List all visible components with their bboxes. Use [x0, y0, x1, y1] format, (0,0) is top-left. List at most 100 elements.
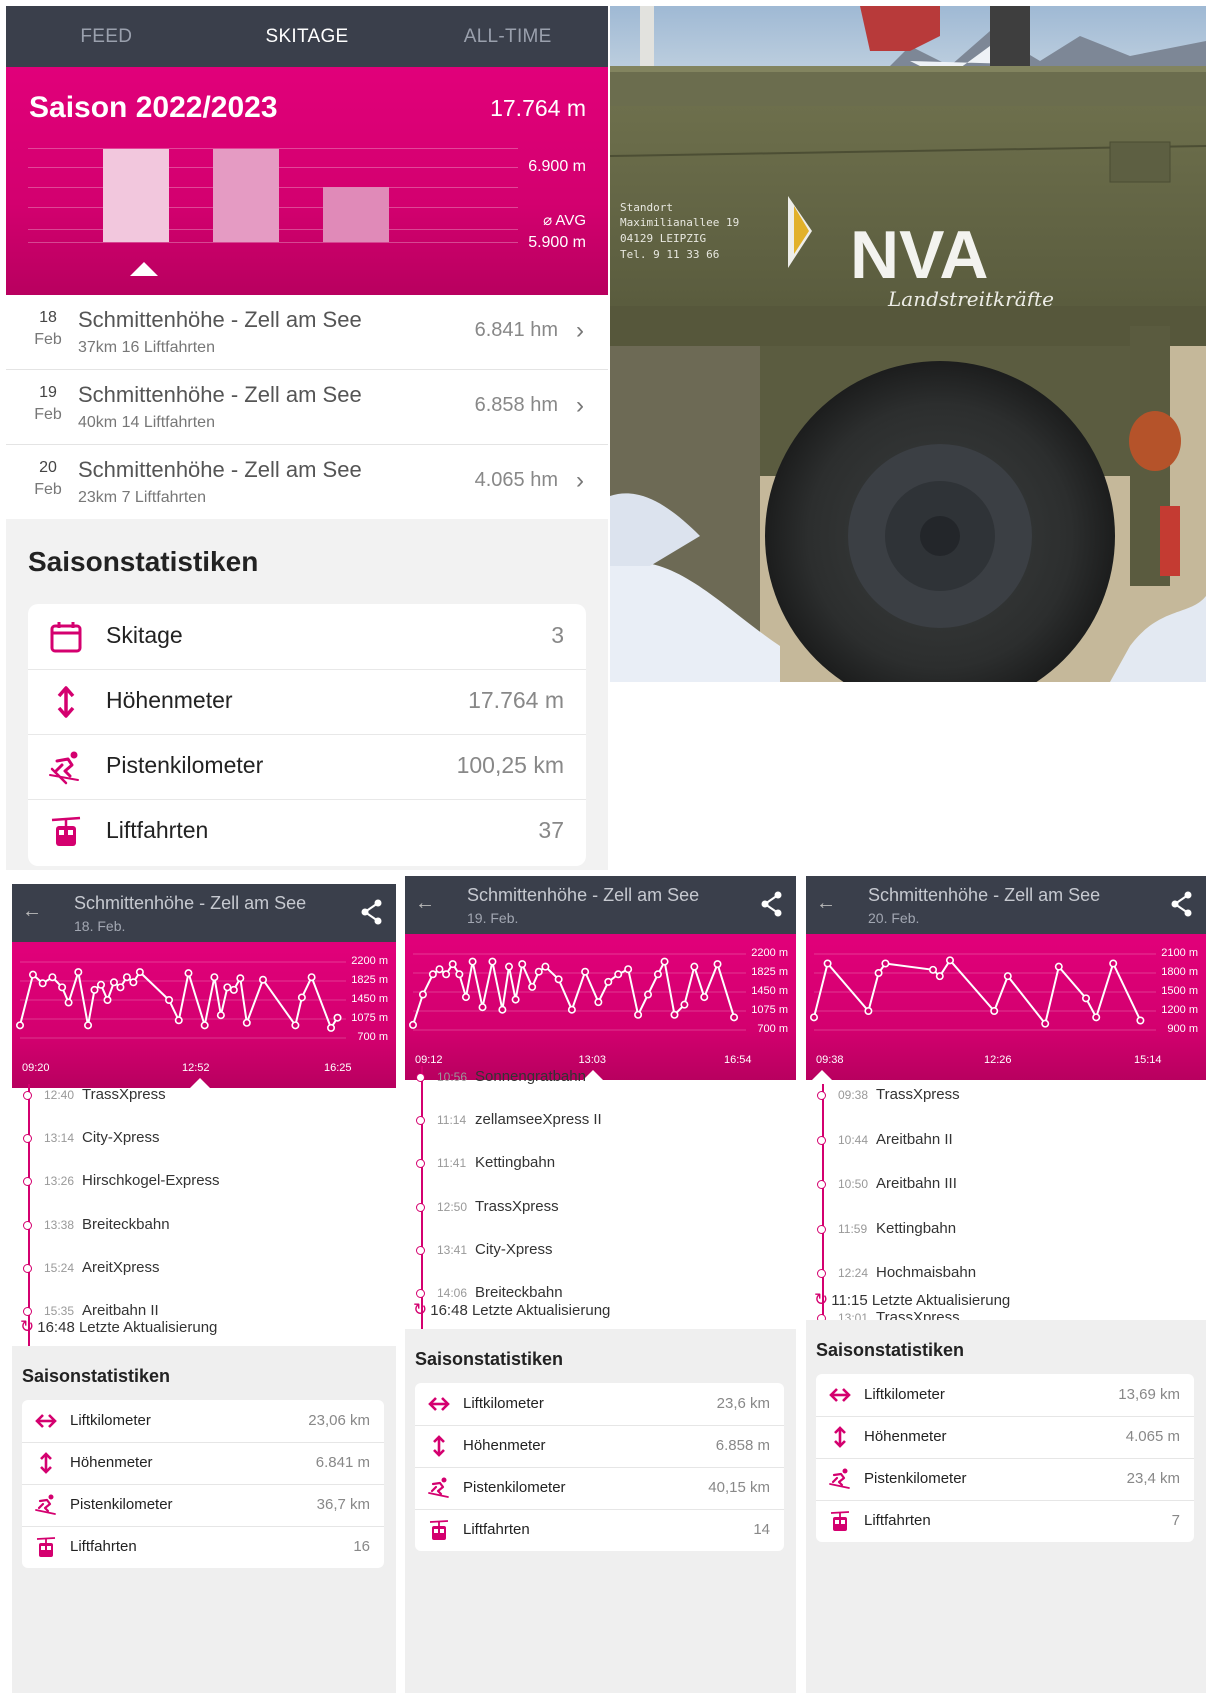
lift-name: Areitbahn II [876, 1130, 953, 1148]
share-icon[interactable] [1170, 890, 1194, 918]
horizontal-arrow-icon [35, 1414, 57, 1428]
altitude-point [1092, 1013, 1101, 1022]
calendar-icon [50, 622, 82, 653]
y-tick-label: 1450 m [751, 985, 788, 997]
timeline-dot-icon [23, 1134, 32, 1144]
share-icon[interactable] [760, 890, 784, 918]
day-detail-panel: ← Schmittenhöhe - Zell am See 20. Feb. 2… [806, 876, 1206, 1693]
back-arrow-icon[interactable]: ← [415, 892, 435, 915]
lift-ride-item[interactable]: 11:59 Kettingbahn [806, 1218, 1206, 1248]
altitude-point [604, 977, 613, 986]
lift-name: Kettingbahn [475, 1154, 556, 1172]
day-number: 19 [39, 384, 57, 401]
y-tick-label: 1200 m [1161, 1004, 1198, 1016]
altitude-point [38, 979, 47, 988]
altitude-point [184, 969, 193, 978]
lift-time: 14:06 [437, 1286, 468, 1300]
stat-label: Pistenkilometer [106, 752, 264, 778]
updown-arrow-icon [433, 1435, 445, 1457]
y-tick-label: 1825 m [751, 966, 788, 978]
lift-time: 10:44 [838, 1132, 869, 1147]
altitude-point [28, 970, 37, 979]
chevron-right-icon: › [576, 392, 584, 419]
altitude-point [929, 965, 938, 974]
share-icon[interactable] [360, 898, 384, 926]
day-row[interactable]: 20 Feb Schmittenhöhe - Zell am See 23km … [6, 445, 608, 519]
x-tick-label: 09:38 [816, 1054, 844, 1066]
timeline-dot-icon [817, 1269, 826, 1278]
refresh-icon[interactable]: ↻ [413, 1300, 427, 1319]
day-stat-value: 23,6 km [716, 1395, 770, 1412]
lift-name: AreitXpress [82, 1258, 160, 1276]
lift-ride-item[interactable]: 10:56 Sonnengratbahn [405, 1066, 796, 1096]
altitude-point [935, 972, 944, 981]
day-stat-value: 4.065 m [1125, 1428, 1180, 1445]
lift-ride-item[interactable]: 09:38 TrassXpress [806, 1084, 1206, 1114]
back-arrow-icon[interactable]: ← [22, 900, 42, 923]
day-month: Feb [34, 481, 62, 498]
day-date: 20. Feb. [868, 910, 920, 926]
refresh-icon[interactable]: ↻ [20, 1317, 34, 1336]
lift-ride-item[interactable]: 11:14 zellamseeXpress II [405, 1109, 796, 1139]
lift-name: City-Xpress [82, 1129, 160, 1147]
day-stat-label: Höhenmeter [864, 1428, 947, 1445]
lift-ride-item[interactable]: 13:38 Breiteckbahn [12, 1214, 396, 1244]
lift-time: 13:41 [437, 1242, 468, 1257]
altitude-point [534, 967, 543, 976]
altitude-point [165, 995, 174, 1004]
horizontal-arrow-icon [829, 1388, 851, 1402]
day-stat-row: Höhenmeter 4.065 m [816, 1416, 1194, 1459]
altitude-point [644, 990, 653, 999]
y-tick-label: 2200 m [351, 955, 388, 967]
lift-time: 15:24 [44, 1260, 75, 1275]
last-update-text: 11:15 Letzte Aktualisierung [831, 1292, 1011, 1309]
altitude-point [223, 983, 232, 992]
altitude-point [291, 1021, 300, 1030]
lift-ride-item[interactable]: 10:50 Areitbahn III [806, 1173, 1206, 1203]
season-title: Saison 2022/2023 [29, 91, 278, 124]
day-stat-row: Höhenmeter 6.858 m [415, 1425, 784, 1468]
trailer-photo: Standort Maximilianallee 19 04129 LEIPZI… [610, 6, 1206, 682]
stat-row-pistenkilometer: Pistenkilometer 100,25 km [28, 734, 586, 800]
lift-name: Breiteckbahn [475, 1284, 563, 1301]
tab-feed[interactable]: FEED [6, 6, 207, 67]
lift-ride-item[interactable]: 11:41 Kettingbahn [405, 1152, 796, 1182]
season-bar[interactable] [103, 148, 169, 242]
x-tick-label: 13:03 [578, 1054, 607, 1066]
y-tick-label: 2200 m [751, 947, 788, 959]
altitude-point [259, 975, 268, 984]
altitude-point [409, 1020, 418, 1029]
altitude-chart: 2200 m 1825 m 1450 m 1075 m 700 m 09:12 13:03 1… [405, 934, 796, 1080]
day-row[interactable]: 18 Feb Schmittenhöhe - Zell am See 37km … [6, 295, 608, 370]
altitude-point [478, 1003, 487, 1012]
lift-name: Hirschkogel-Express [82, 1172, 220, 1190]
x-tick-label: 09:12 [415, 1054, 443, 1066]
lift-ride-item[interactable]: 12:50 TrassXpress [405, 1196, 796, 1226]
altitude-point [442, 970, 451, 979]
day-row[interactable]: 19 Feb Schmittenhöhe - Zell am See 40km … [6, 370, 608, 445]
lift-ride-item[interactable]: 13:26 Hirschkogel-Express [12, 1170, 396, 1200]
stencil-line: Maximilianallee 19 [620, 216, 739, 229]
day-stats-section: Saisonstatistiken Liftkilometer 23,06 km H… [12, 1346, 396, 1693]
tab-skitage[interactable]: SKITAGE [207, 6, 408, 67]
tab-all-time[interactable]: ALL-TIME [407, 6, 608, 67]
lift-ride-item[interactable]: 13:41 City-Xpress [405, 1239, 796, 1269]
lift-ride-item[interactable]: 13:14 City-Xpress [12, 1127, 396, 1157]
day-stats-section: Saisonstatistiken Liftkilometer 23,6 km Hö… [405, 1329, 796, 1693]
refresh-icon[interactable]: ↻ [814, 1290, 828, 1309]
back-arrow-icon[interactable]: ← [816, 892, 836, 915]
season-bar[interactable] [323, 186, 389, 242]
day-stat-value: 23,4 km [1126, 1470, 1180, 1487]
season-bar[interactable] [213, 148, 279, 242]
altitude-point [129, 978, 138, 987]
lift-ride-item[interactable]: 15:24 AreitXpress [12, 1257, 396, 1287]
altitude-point [488, 957, 497, 966]
lift-ride-item[interactable]: 10:44 Areitbahn II [806, 1129, 1206, 1159]
day-date: 19. Feb. [467, 910, 519, 926]
timeline-dot-icon [416, 1202, 425, 1212]
timeline-dot-icon [416, 1073, 425, 1082]
lift-ride-item[interactable]: 12:24 Hochmaisbahn [806, 1262, 1206, 1292]
lift-time: 12:50 [437, 1199, 468, 1214]
day-title: Schmittenhöhe - Zell am See [467, 885, 700, 905]
lift-ride-item[interactable]: 12:40 TrassXpress [12, 1084, 396, 1114]
